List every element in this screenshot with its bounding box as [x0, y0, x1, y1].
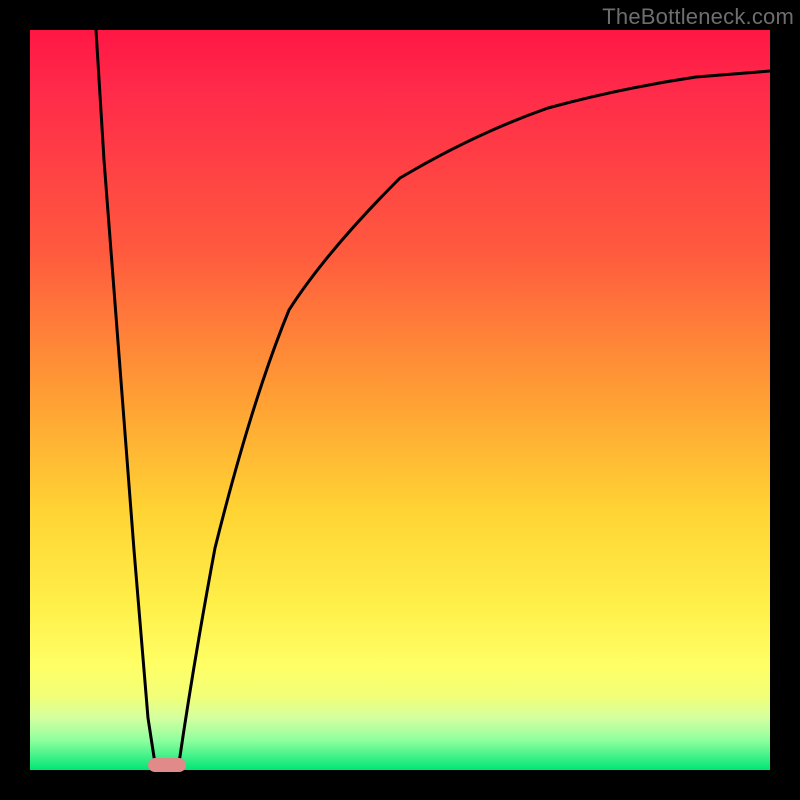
- chart-frame: TheBottleneck.com: [0, 0, 800, 800]
- watermark-text: TheBottleneck.com: [602, 4, 794, 30]
- curve-left: [96, 30, 156, 770]
- optimal-marker: [148, 758, 186, 772]
- plot-area: [30, 30, 770, 770]
- bottleneck-curves: [30, 30, 770, 770]
- curve-right: [178, 71, 770, 770]
